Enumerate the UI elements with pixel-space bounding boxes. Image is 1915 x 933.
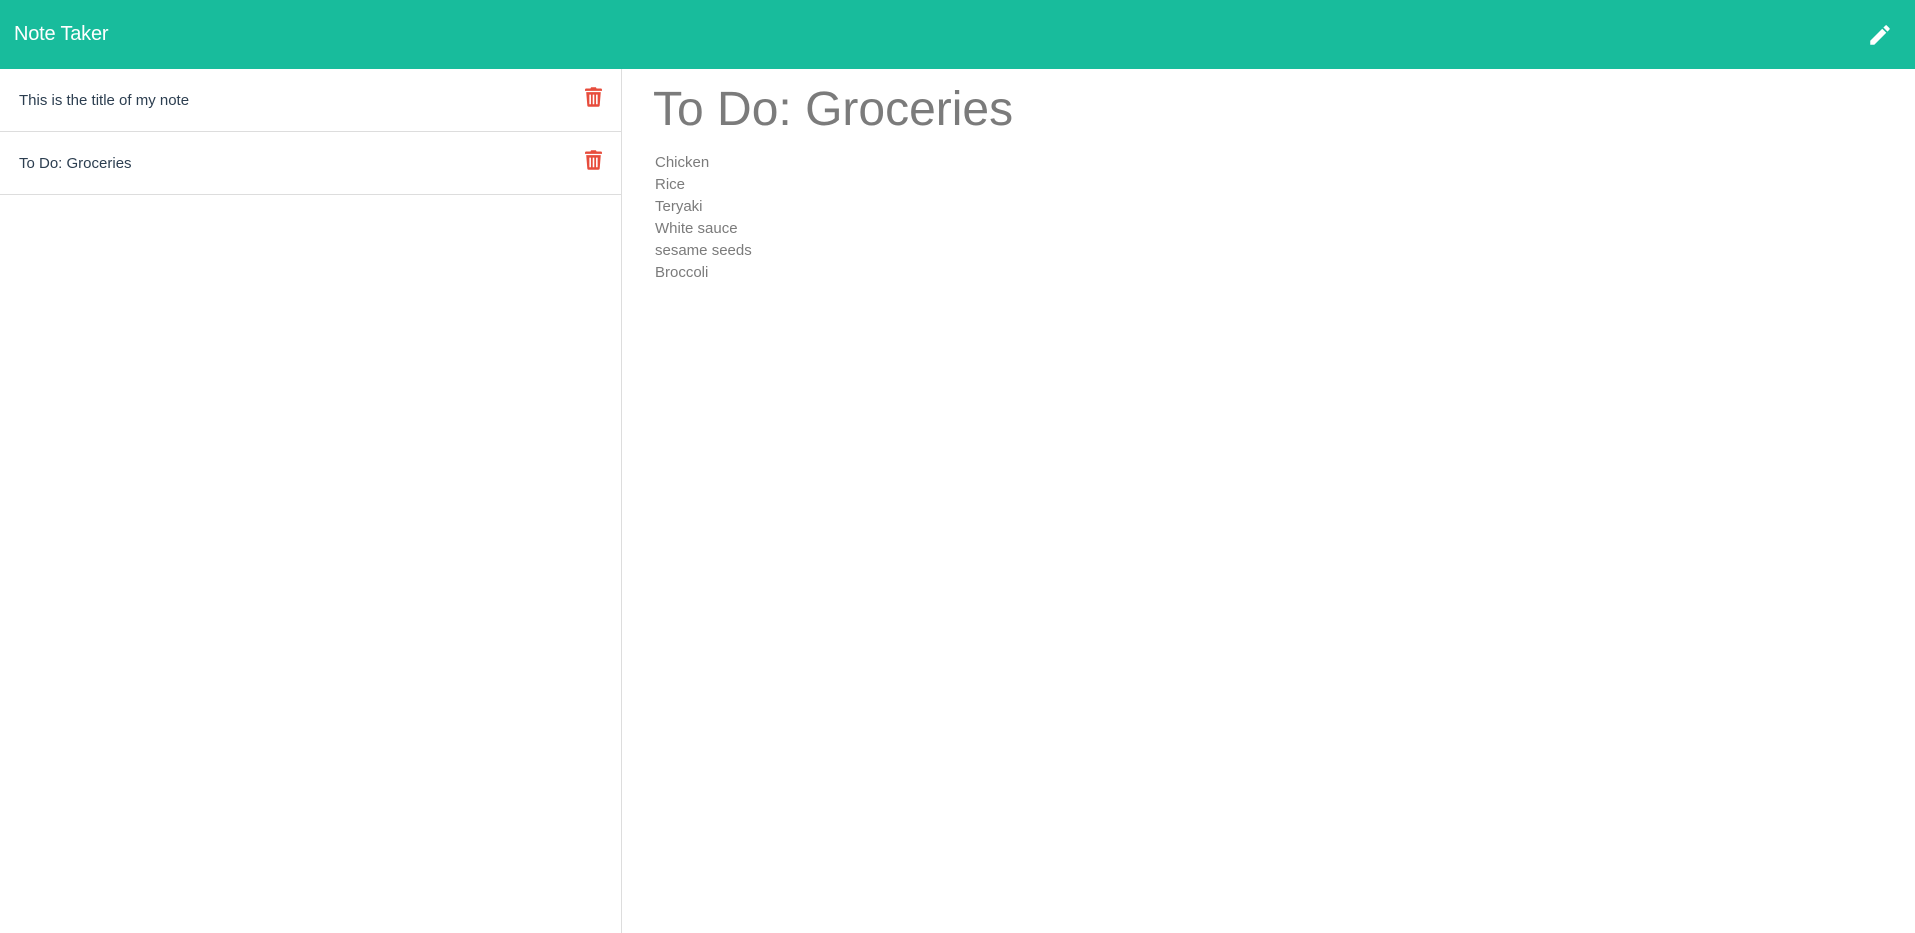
- navbar: Note Taker: [0, 0, 1915, 69]
- note-list-item-title[interactable]: This is the title of my note: [19, 92, 189, 109]
- delete-note-button[interactable]: [583, 149, 603, 171]
- notes-sidebar: This is the title of my note To Do: Groc…: [0, 69, 622, 933]
- note-list-item[interactable]: This is the title of my note: [0, 69, 621, 132]
- note-text-line: sesame seeds: [655, 242, 752, 259]
- note-list-item-title[interactable]: To Do: Groceries: [19, 155, 132, 172]
- trash-icon: [584, 150, 602, 170]
- app-title[interactable]: Note Taker: [14, 23, 109, 46]
- note-editor: To Do: Groceries Chicken Rice Teryaki Wh…: [622, 69, 1915, 933]
- note-text-line: Teryaki: [655, 198, 703, 215]
- note-text-line: Chicken: [655, 154, 710, 171]
- trash-icon: [584, 87, 602, 107]
- note-text-area[interactable]: Chicken Rice Teryaki White sauce sesame …: [653, 152, 1915, 284]
- note-text-line: Broccoli: [655, 264, 709, 281]
- note-text-line: Rice: [655, 176, 686, 193]
- new-note-button[interactable]: [1863, 18, 1897, 52]
- note-list-item[interactable]: To Do: Groceries: [0, 132, 621, 195]
- note-text-line: White sauce: [655, 220, 738, 237]
- note-title-field[interactable]: To Do: Groceries: [653, 82, 1915, 138]
- delete-note-button[interactable]: [583, 86, 603, 108]
- pencil-icon: [1870, 24, 1890, 45]
